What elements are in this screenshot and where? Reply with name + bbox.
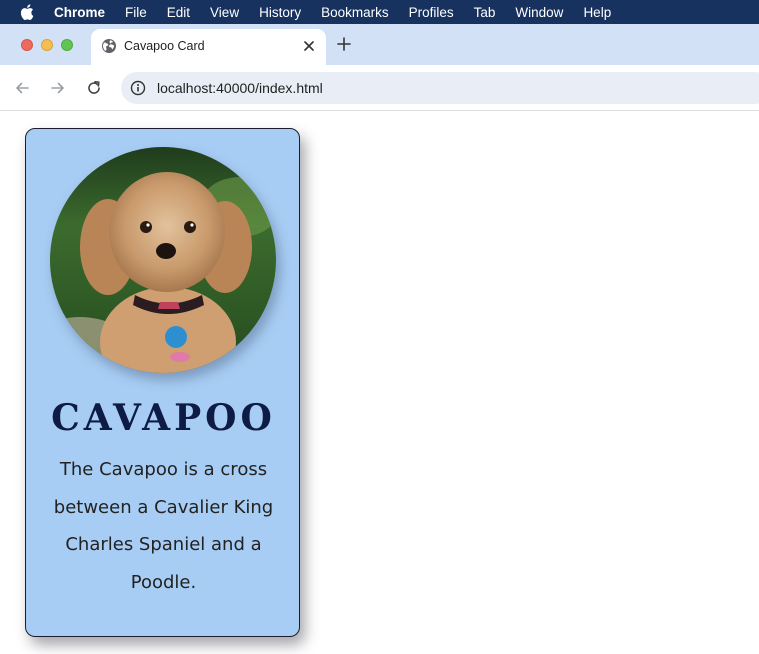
dog-photo bbox=[50, 147, 276, 373]
menu-help[interactable]: Help bbox=[583, 5, 611, 20]
menu-view[interactable]: View bbox=[210, 5, 239, 20]
menu-profiles[interactable]: Profiles bbox=[409, 5, 454, 20]
new-tab-icon[interactable] bbox=[334, 34, 354, 54]
url-text[interactable]: localhost:40000/index.html bbox=[157, 80, 323, 96]
tab-close-icon[interactable] bbox=[301, 38, 317, 54]
menu-file[interactable]: File bbox=[125, 5, 147, 20]
card-description: The Cavapoo is a cross between a Cavalie… bbox=[53, 459, 274, 593]
globe-icon bbox=[101, 38, 117, 54]
tab-cavapoo-card[interactable]: Cavapoo Card bbox=[91, 29, 326, 65]
menu-edit[interactable]: Edit bbox=[167, 5, 190, 20]
forward-arrow-icon[interactable] bbox=[49, 79, 67, 97]
menu-chrome[interactable]: Chrome bbox=[54, 5, 105, 20]
cavapoo-card: CAVAPOO The Cavapoo is a cross between a… bbox=[25, 128, 300, 637]
menu-history[interactable]: History bbox=[259, 5, 301, 20]
window-minimize-button[interactable] bbox=[41, 39, 53, 51]
address-bar[interactable]: localhost:40000/index.html bbox=[121, 72, 759, 104]
tab-title: Cavapoo Card bbox=[124, 39, 205, 53]
window-close-button[interactable] bbox=[21, 39, 33, 51]
back-arrow-icon[interactable] bbox=[13, 79, 31, 97]
card-title: CAVAPOO bbox=[51, 397, 276, 439]
window-zoom-button[interactable] bbox=[61, 39, 73, 51]
tab-strip: Cavapoo Card bbox=[0, 24, 759, 65]
menu-window[interactable]: Window bbox=[515, 5, 563, 20]
menu-bookmarks[interactable]: Bookmarks bbox=[321, 5, 389, 20]
menu-bar: Chrome File Edit View History Bookmarks … bbox=[0, 0, 759, 24]
page-viewport: CAVAPOO The Cavapoo is a cross between a… bbox=[0, 112, 759, 654]
apple-icon[interactable] bbox=[20, 4, 34, 20]
browser-toolbar: localhost:40000/index.html bbox=[0, 65, 759, 111]
site-info-icon[interactable] bbox=[130, 80, 146, 96]
menu-tab[interactable]: Tab bbox=[474, 5, 496, 20]
reload-icon[interactable] bbox=[85, 79, 103, 97]
